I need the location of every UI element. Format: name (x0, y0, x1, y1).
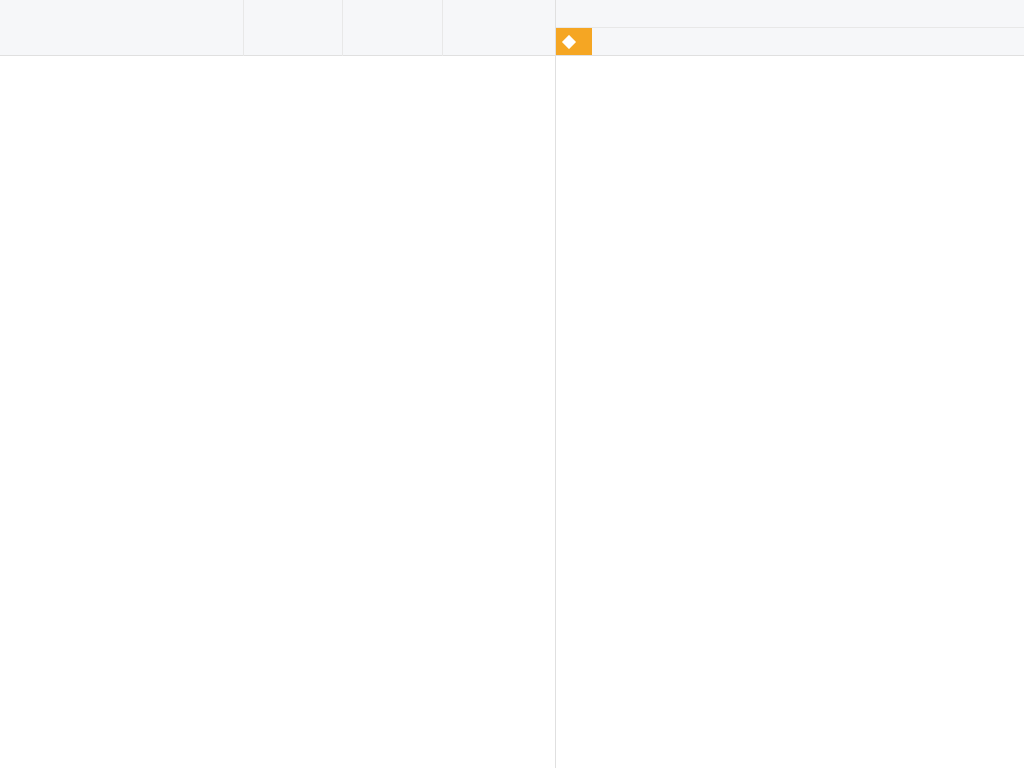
gantt-panel (556, 0, 1024, 768)
col-header-duration[interactable] (343, 0, 443, 56)
gantt-body[interactable] (556, 56, 1024, 768)
table-header-row (0, 0, 555, 56)
gantt-header (556, 0, 1024, 56)
task-table (0, 0, 556, 768)
diamond-icon (562, 34, 576, 48)
important-date-marker[interactable] (556, 28, 592, 55)
col-header-start[interactable] (244, 0, 344, 56)
col-header-name[interactable] (0, 0, 244, 56)
table-body (0, 56, 555, 768)
col-header-add[interactable] (443, 0, 555, 56)
